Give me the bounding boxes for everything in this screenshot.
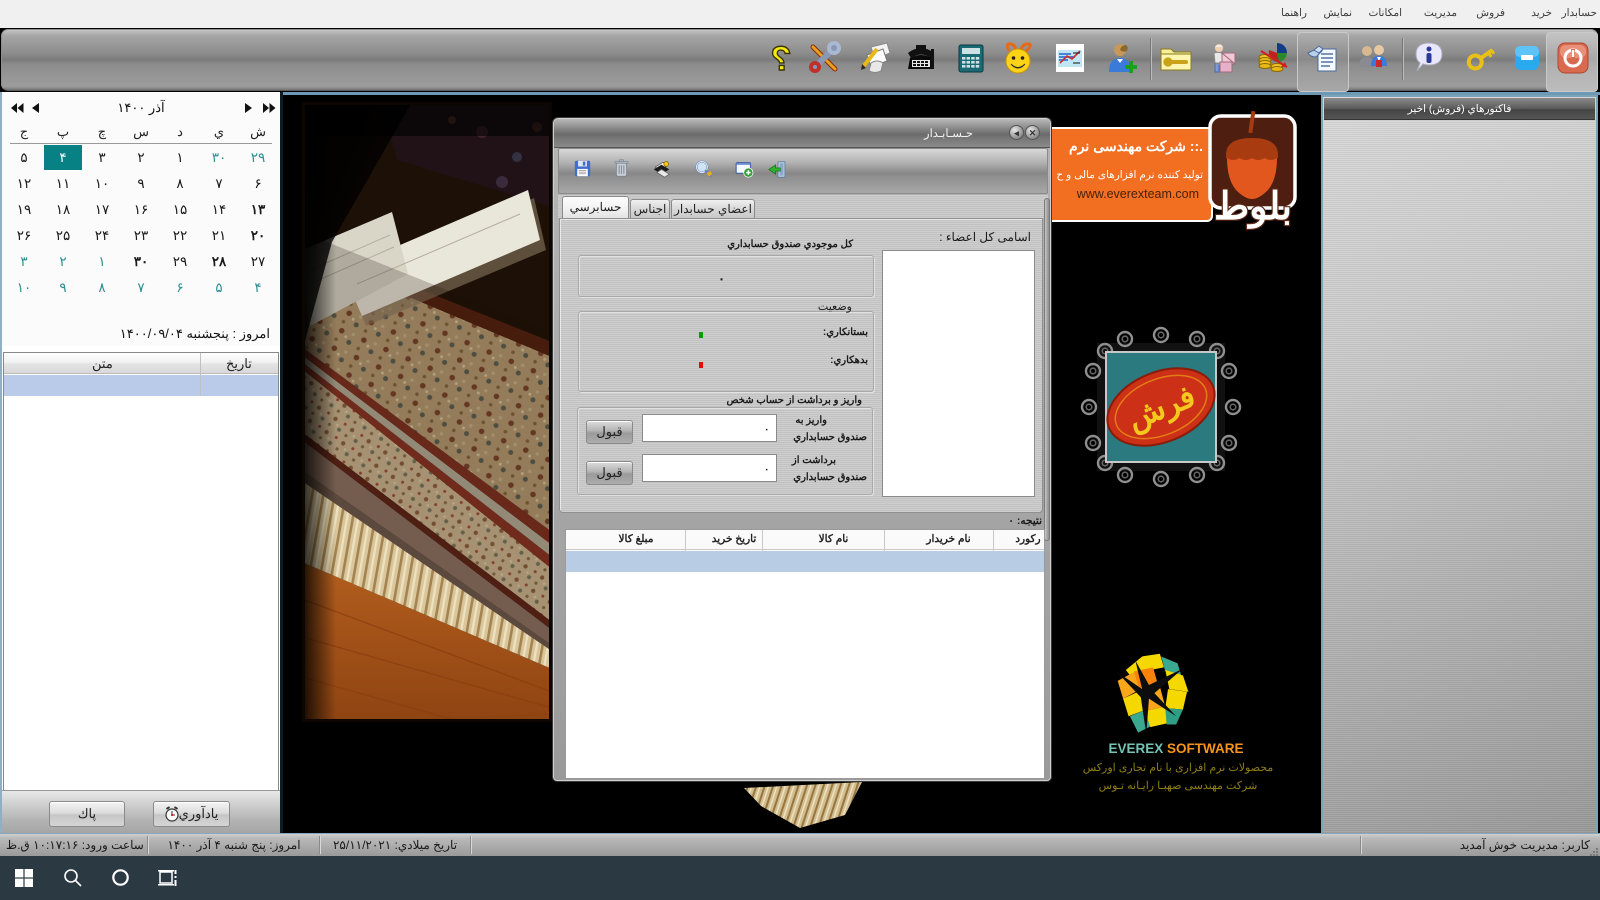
svg-text:محصولات نرم افزاری با نام تجار: محصولات نرم افزاری با نام تجاری اورکس (1083, 762, 1274, 774)
svg-text:شرکت مهندسی صهبـا رایـانه تـوس: شرکت مهندسی صهبـا رایـانه تـوس (1099, 780, 1258, 792)
svg-text:EVEREX SOFTWARE: EVEREX SOFTWARE (1108, 741, 1243, 756)
svg-text:بلوط: بلوط (1214, 186, 1292, 229)
svg-text:?: ? (771, 41, 792, 75)
